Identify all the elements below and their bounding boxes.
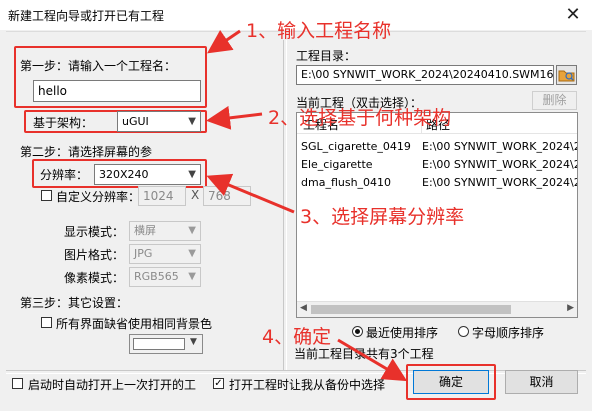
arrow-1 [207, 29, 241, 54]
annotation-arrows [206, 29, 408, 382]
annotation-step3: 3、选择屏幕分辨率 [300, 206, 465, 228]
annotation-step4: 4、确定 [262, 326, 332, 348]
arrow-3 [206, 173, 295, 214]
arrow-2 [206, 105, 263, 130]
annotation-step2: 2、选择基于何种架构 [268, 107, 452, 129]
annotation-step1: 1、输入工程名称 [246, 20, 392, 42]
arrow-4 [337, 338, 408, 382]
